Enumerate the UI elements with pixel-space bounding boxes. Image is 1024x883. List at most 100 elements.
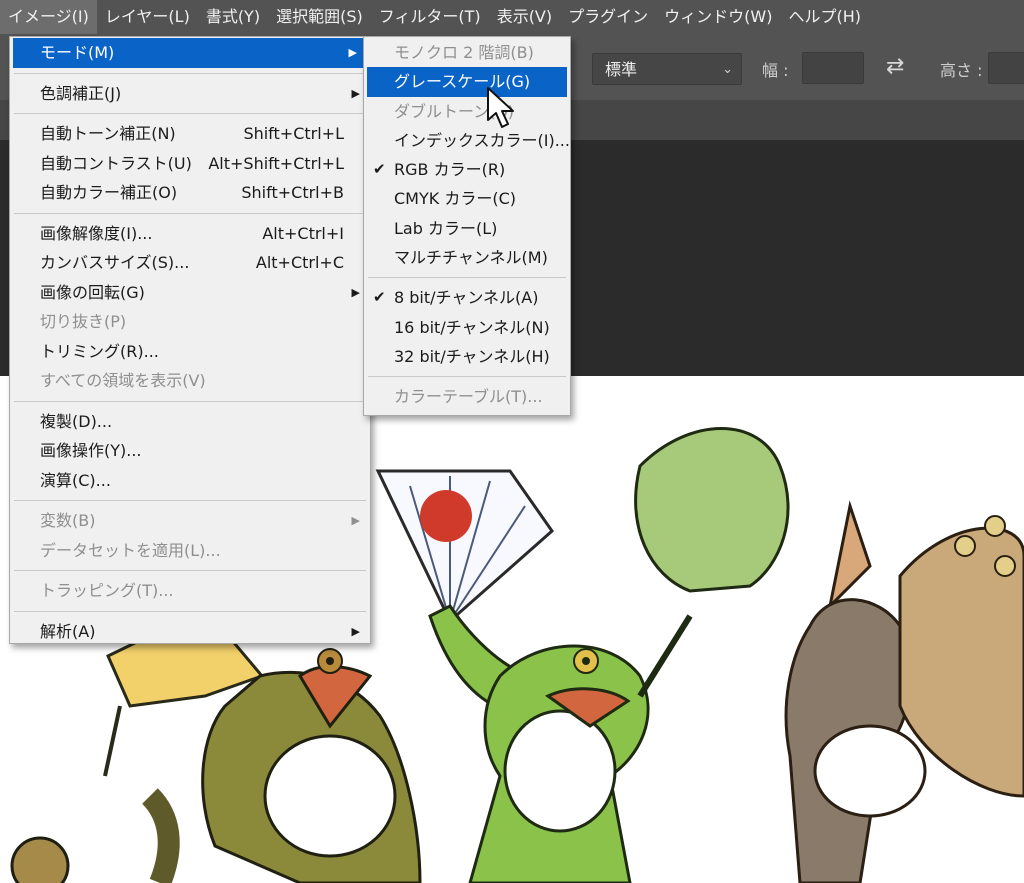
- shortcut-label: Shift+Ctrl+L: [243, 124, 344, 143]
- menu-separator: [14, 610, 366, 612]
- right-frog-drawing: [784, 500, 1024, 883]
- menu-item-label: 自動カラー補正(O): [40, 183, 178, 202]
- menu-item-label: 32 bit/チャンネル(H): [394, 346, 550, 366]
- menu-item-label: 画像操作(Y)...: [40, 441, 142, 460]
- menu-item-label: 16 bit/チャンネル(N): [394, 317, 550, 337]
- menu-separator: [14, 72, 366, 74]
- menu-item-label: 色調補正(J): [40, 83, 122, 103]
- menu-item-label: 画像の回転(G): [40, 282, 145, 302]
- menu-item-16bit[interactable]: 16 bit/チャンネル(N): [364, 313, 570, 342]
- menu-item-apply-dataset[interactable]: データセットを適用(L)...: [10, 536, 370, 566]
- menu-item-apply-image[interactable]: 画像操作(Y)...: [10, 436, 370, 466]
- submenu-arrow-icon: ▶: [351, 514, 360, 527]
- shortcut-label: Alt+Shift+Ctrl+L: [208, 153, 344, 173]
- menu-item-grayscale[interactable]: グレースケール(G): [367, 67, 567, 97]
- fan-drawing: [375, 469, 554, 624]
- menu-item-auto-tone[interactable]: 自動トーン補正(N) Shift+Ctrl+L: [10, 119, 370, 149]
- width-label: 幅 :: [762, 61, 789, 80]
- menu-item-auto-color[interactable]: 自動カラー補正(O) Shift+Ctrl+B: [10, 178, 370, 208]
- style-select[interactable]: 標準 ⌄: [592, 53, 742, 85]
- menu-item-label: トリミング(R)...: [40, 341, 159, 361]
- check-icon: ✔: [373, 288, 386, 307]
- menu-separator: [14, 113, 366, 114]
- menu-item-color-table[interactable]: カラーテーブル(T)...: [364, 382, 570, 411]
- menu-item-label: RGB カラー(R): [394, 160, 506, 180]
- menu-item-label: 変数(B): [40, 511, 96, 530]
- menu-item-indexed-color[interactable]: インデックスカラー(I)...: [364, 126, 570, 155]
- submenu-arrow-icon: ▶: [348, 46, 357, 59]
- menu-separator: [368, 376, 566, 378]
- menu-item-reveal-all[interactable]: すべての領域を表示(V): [10, 366, 370, 396]
- menu-layer[interactable]: レイヤー(L): [97, 0, 198, 34]
- menu-item-label: カンバスサイズ(S)...: [40, 253, 190, 272]
- menu-item-auto-contrast[interactable]: 自動コントラスト(U) Alt+Shift+Ctrl+L: [10, 149, 370, 179]
- menu-item-multichannel[interactable]: マルチチャンネル(M): [364, 243, 570, 272]
- left-frog-drawing: [10, 624, 422, 883]
- menu-item-crop[interactable]: 切り抜き(P): [10, 307, 370, 337]
- menu-item-cmyk-color[interactable]: CMYK カラー(C): [364, 184, 570, 213]
- menu-item-duotone[interactable]: ダブルトーン(D): [364, 97, 570, 126]
- menu-item-label: 切り抜き(P): [40, 312, 127, 331]
- menu-filter[interactable]: フィルター(T): [371, 0, 489, 34]
- menu-item-label: 演算(C)...: [40, 470, 111, 490]
- menu-item-label: インデックスカラー(I)...: [394, 130, 570, 150]
- menu-item-label: モード(M): [40, 43, 115, 62]
- menu-item-image-size[interactable]: 画像解像度(I)... Alt+Ctrl+I: [10, 219, 370, 249]
- menu-item-label: データセットを適用(L)...: [40, 540, 221, 560]
- menu-separator: [14, 500, 366, 501]
- menu-item-lab-color[interactable]: Lab カラー(L): [364, 214, 570, 243]
- menu-item-bitmap[interactable]: モノクロ 2 階調(B): [364, 38, 570, 67]
- menu-item-duplicate[interactable]: 複製(D)...: [10, 407, 370, 437]
- menu-window[interactable]: ウィンドウ(W): [656, 0, 780, 34]
- menu-view[interactable]: 表示(V): [489, 0, 560, 34]
- menu-item-calculations[interactable]: 演算(C)...: [10, 466, 370, 496]
- menu-item-label: 解析(A): [40, 621, 96, 641]
- mouse-cursor-icon: [487, 87, 514, 128]
- shortcut-label: Alt+Ctrl+I: [262, 223, 344, 243]
- menu-item-rgb-color[interactable]: ✔ RGB カラー(R): [364, 155, 570, 184]
- menu-item-label: モノクロ 2 階調(B): [394, 43, 534, 62]
- menu-separator: [14, 400, 366, 402]
- menu-item-canvas-size[interactable]: カンバスサイズ(S)... Alt+Ctrl+C: [10, 248, 370, 278]
- shortcut-label: Shift+Ctrl+B: [241, 183, 344, 202]
- menu-item-trim[interactable]: トリミング(R)...: [10, 337, 370, 367]
- width-field[interactable]: [802, 52, 864, 84]
- height-label: 高さ :: [940, 61, 983, 80]
- menu-item-label: CMYK カラー(C): [394, 189, 516, 209]
- menu-item-label: トラッピング(T)...: [40, 581, 174, 600]
- menu-item-image-rotation[interactable]: 画像の回転(G) ▶: [10, 278, 370, 308]
- style-select-value: 標準: [605, 60, 638, 79]
- menu-item-variables[interactable]: 変数(B) ▶: [10, 506, 370, 536]
- shortcut-label: Alt+Ctrl+C: [255, 253, 344, 272]
- menu-item-label: 8 bit/チャンネル(A): [394, 288, 539, 308]
- menu-item-analysis[interactable]: 解析(A) ▶: [10, 617, 370, 647]
- menu-item-32bit[interactable]: 32 bit/チャンネル(H): [364, 342, 570, 371]
- menu-item-label: 自動コントラスト(U): [40, 153, 192, 173]
- chevron-down-icon: ⌄: [722, 62, 733, 77]
- height-field[interactable]: [988, 52, 1024, 84]
- swap-icon[interactable]: ⇄: [886, 54, 904, 79]
- menu-help[interactable]: ヘルプ(H): [780, 0, 869, 34]
- menu-item-label: Lab カラー(L): [394, 218, 498, 238]
- menu-item-adjustments[interactable]: 色調補正(J) ▶: [10, 79, 370, 109]
- menu-image[interactable]: イメージ(I): [0, 0, 97, 34]
- menu-item-trap[interactable]: トラッピング(T)...: [10, 576, 370, 606]
- menu-item-label: すべての領域を表示(V): [40, 371, 206, 390]
- submenu-arrow-icon: ▶: [351, 285, 360, 299]
- menu-item-label: 自動トーン補正(N): [40, 124, 176, 143]
- menu-item-label: カラーテーブル(T)...: [394, 387, 543, 407]
- menu-type[interactable]: 書式(Y): [198, 0, 268, 34]
- menu-select[interactable]: 選択範囲(S): [268, 0, 371, 34]
- menu-bar: イメージ(I) レイヤー(L) 書式(Y) 選択範囲(S) フィルター(T) 表…: [0, 0, 1024, 34]
- submenu-arrow-icon: ▶: [351, 624, 360, 638]
- menu-item-label: 画像解像度(I)...: [40, 223, 153, 243]
- check-icon: ✔: [373, 160, 386, 179]
- menu-item-mode[interactable]: モード(M) ▶: [13, 38, 367, 68]
- menu-separator: [14, 570, 366, 571]
- image-menu: モード(M) ▶ 色調補正(J) ▶ 自動トーン補正(N) Shift+Ctrl…: [9, 36, 371, 644]
- menu-plugins[interactable]: プラグイン: [560, 0, 656, 34]
- menu-item-label: マルチチャンネル(M): [394, 248, 548, 268]
- menu-item-label: 複製(D)...: [40, 411, 113, 431]
- submenu-arrow-icon: ▶: [351, 86, 360, 100]
- menu-item-8bit[interactable]: ✔ 8 bit/チャンネル(A): [364, 283, 570, 312]
